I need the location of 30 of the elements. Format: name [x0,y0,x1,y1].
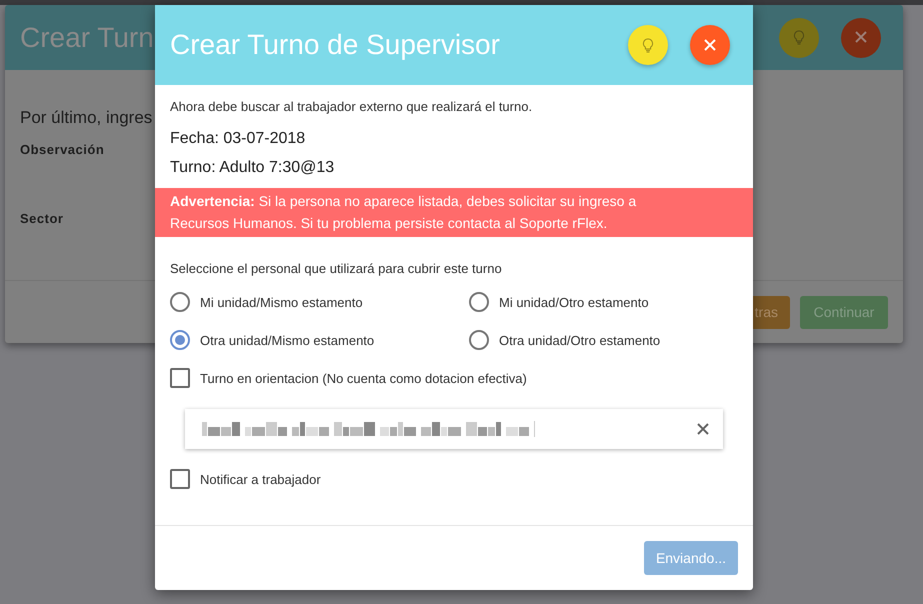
checkbox[interactable] [170,368,190,388]
instruction-text: Seleccione el personal que utilizará para cubrir este turno [169,261,503,276]
checkbox[interactable] [170,469,190,489]
shift-text: Turno: Adulto 7:30@13 [169,159,336,177]
option-label: Otra unidad/Otro estamento [499,332,660,348]
lightbulb-icon [641,38,655,52]
prompt-text: Por último, ingres [20,108,152,128]
radio-button[interactable] [469,330,489,350]
radio-button[interactable] [469,292,489,312]
checkbox-label: Turno en orientacion (No cuenta como dotacion efectiva) [200,370,527,386]
close-icon [854,30,868,46]
lightbulb-icon [792,30,806,46]
option-label: Otra unidad/Mismo estamento [200,332,374,348]
radio-button[interactable] [170,292,190,312]
dialog-title: Crear Turno de Supervisor [170,29,500,61]
close-button[interactable] [690,25,730,65]
close-button[interactable] [841,18,881,58]
checkbox-label: Notificar a trabajador [200,472,321,486]
option-label: Mi unidad/Otro estamento [499,294,649,310]
warning-banner: Advertencia: Si la persona no aparece listada, debes solicitar su ingreso a Recursos Humanos. Si tu problema persiste contacta al Soporte rFlex. [155,188,753,237]
clear-icon [696,422,710,436]
dialog-title: Crear Turn [20,22,154,54]
field-label: Sector [20,211,64,226]
close-icon [703,38,717,52]
field-label: Observación [20,142,104,158]
option-label: Mi unidad/Mismo estamento [200,294,363,310]
hint-button[interactable] [628,25,668,65]
radio-button[interactable] [170,330,190,350]
date-text: Fecha: 03-07-2018 [169,130,306,148]
intro-text: Ahora debe buscar al trabajador externo que realizará el turno. [169,99,534,114]
